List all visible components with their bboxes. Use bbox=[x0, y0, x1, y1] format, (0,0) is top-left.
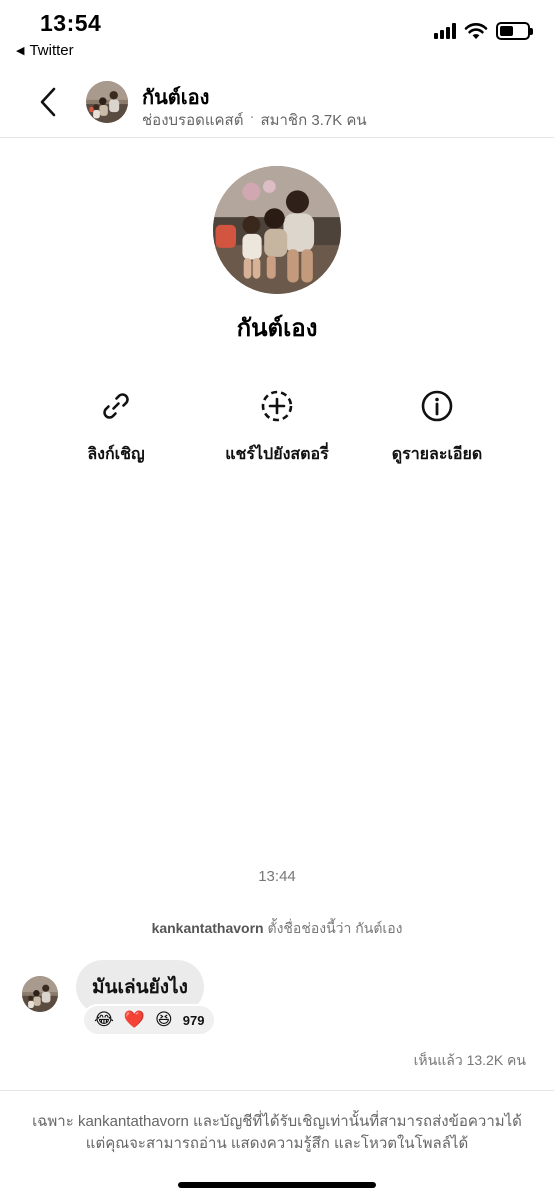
view-details-label: ดูรายละเอียด bbox=[391, 446, 483, 463]
channel-name: กันต์เอง bbox=[236, 315, 318, 342]
system-message-text: ตั้งชื่อช่องนี้ว่า กันต์เอง bbox=[263, 920, 403, 936]
add-story-icon bbox=[261, 390, 293, 422]
status-time: 13:54 bbox=[40, 10, 102, 36]
battery-icon bbox=[496, 22, 533, 40]
grinning-squint-emoji-icon: 😆 bbox=[155, 1010, 173, 1029]
system-message-user: kankantathavorn bbox=[151, 920, 264, 936]
chevron-left-icon bbox=[40, 87, 56, 117]
seen-count: เห็นแล้ว 13.2K คน bbox=[413, 1052, 526, 1068]
view-details-button[interactable]: ดูรายละเอียด bbox=[362, 386, 512, 467]
cellular-signal-icon bbox=[434, 23, 456, 39]
red-heart-emoji-icon: ❤️ bbox=[123, 1010, 146, 1029]
share-to-story-button[interactable]: แชร์ไปยังสตอรี่ bbox=[202, 386, 352, 467]
status-icons bbox=[434, 22, 533, 40]
back-triangle-icon: ◀ bbox=[16, 45, 25, 57]
notice-line-1: เฉพาะ kankantathavorn และบัญชีที่ได้รับเ… bbox=[32, 1113, 522, 1130]
channel-type-label: ช่องบรอดแคสต์ bbox=[142, 112, 244, 129]
separator-dot: · bbox=[249, 108, 255, 125]
chat-timestamp: 13:44 bbox=[258, 868, 296, 885]
invite-link-button[interactable]: ลิงก์เชิญ bbox=[41, 386, 191, 467]
channel-avatar-small[interactable] bbox=[86, 81, 128, 123]
share-to-story-label: แชร์ไปยังสตอรี่ bbox=[225, 446, 329, 463]
invite-link-label: ลิงก์เชิญ bbox=[87, 446, 145, 463]
message-sender-avatar[interactable] bbox=[22, 976, 58, 1012]
link-icon bbox=[103, 393, 129, 419]
status-bar: 13:54 ◀ Twitter bbox=[0, 0, 554, 70]
info-icon bbox=[421, 390, 453, 422]
header-subtitle: ช่องบรอดแคสต์ · สมาชิก 3.7K คน bbox=[142, 108, 367, 132]
channel-avatar-large[interactable] bbox=[213, 166, 341, 294]
laughing-tears-emoji-icon: 😂 bbox=[94, 1010, 114, 1029]
back-to-app-link[interactable]: ◀ Twitter bbox=[16, 42, 74, 59]
back-button[interactable] bbox=[30, 84, 66, 120]
wifi-icon bbox=[464, 23, 488, 39]
message-reactions[interactable]: 😂 ❤️ 😆 979 bbox=[82, 1004, 217, 1036]
home-indicator[interactable] bbox=[178, 1182, 376, 1188]
notice-text: เฉพาะ kankantathavorn และบัญชีที่ได้รับเ… bbox=[0, 1091, 554, 1155]
system-message: kankantathavorn ตั้งชื่อช่องนี้ว่า กันต์… bbox=[0, 918, 554, 940]
channel-actions: ลิงก์เชิญ แชร์ไปยังสตอรี่ ดูรายละเอียด bbox=[0, 386, 554, 476]
read-only-notice: เฉพาะ kankantathavorn และบัญชีที่ได้รับเ… bbox=[0, 1090, 554, 1200]
reaction-count: 979 bbox=[182, 1012, 205, 1028]
back-app-label: Twitter bbox=[29, 42, 74, 59]
member-count: สมาชิก 3.7K คน bbox=[260, 112, 367, 129]
chat-header: กันต์เอง ช่องบรอดแคสต์ · สมาชิก 3.7K คน bbox=[0, 72, 554, 138]
notice-line-2: แต่คุณจะสามารถอ่าน แสดงความรู้สึก และโหว… bbox=[85, 1135, 469, 1152]
